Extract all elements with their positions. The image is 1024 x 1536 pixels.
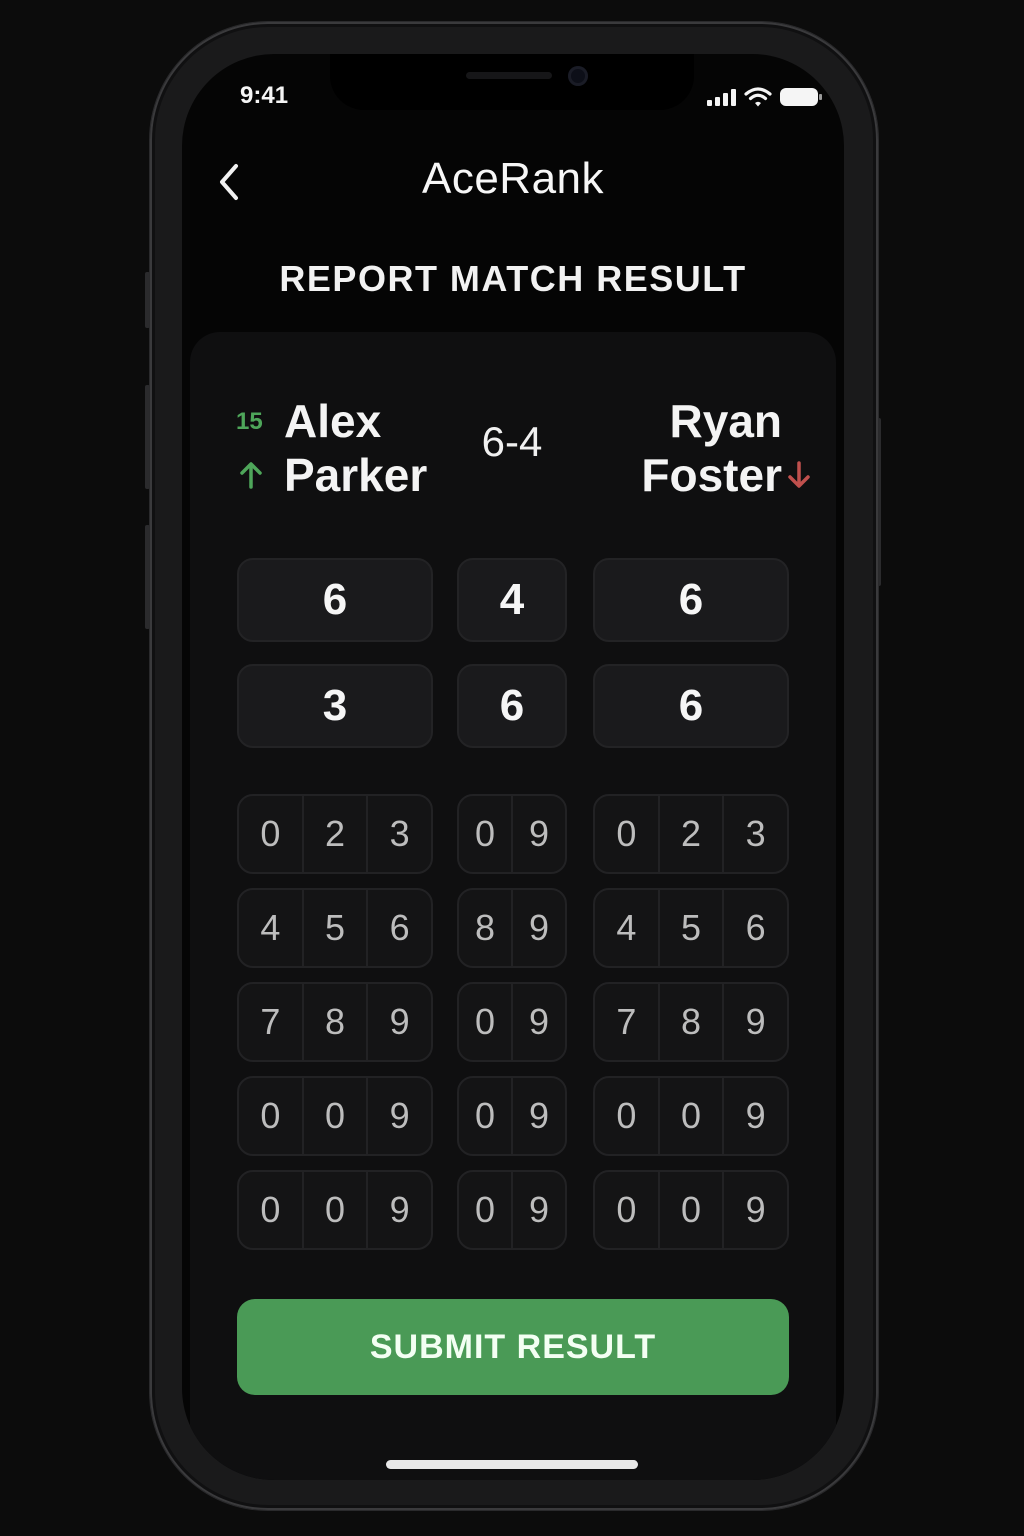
digit-option[interactable]: 9 [513,1172,565,1248]
status-icons [707,86,822,108]
digit-picker: 456 [237,888,433,968]
digit-option[interactable]: 0 [459,1078,513,1154]
digit-picker: 09 [457,1076,567,1156]
set-score-box[interactable]: 6 [593,664,789,748]
digit-option[interactable]: 5 [304,890,369,966]
speaker-grille [466,72,552,79]
notch [330,54,694,110]
digit-option[interactable]: 6 [724,890,787,966]
digit-picker: 09 [457,794,567,874]
digit-option[interactable]: 9 [724,984,787,1060]
set-score-box[interactable]: 6 [593,558,789,642]
digit-picker: 023 [593,794,789,874]
digit-option[interactable]: 4 [239,890,304,966]
digit-option[interactable]: 0 [595,796,660,872]
player2-info: Ryan Foster [622,394,822,504]
digit-option[interactable]: 5 [660,890,725,966]
phone-screen: 9:41 AceRank REPORT MATCH RESULT 15 Alex… [182,54,844,1480]
digit-option[interactable]: 2 [304,796,369,872]
digit-option[interactable]: 9 [513,890,565,966]
digit-picker: 09 [457,1170,567,1250]
digit-option[interactable]: 0 [595,1172,660,1248]
set-score-box[interactable]: 6 [457,664,567,748]
player1-info: 15 Alex Parker [234,394,444,504]
digit-option[interactable]: 6 [368,890,431,966]
digit-option[interactable]: 9 [724,1172,787,1248]
digit-option[interactable]: 0 [459,984,513,1060]
digit-option[interactable]: 0 [595,1078,660,1154]
digit-option[interactable]: 8 [660,984,725,1060]
digit-option[interactable]: 0 [304,1172,369,1248]
digit-picker: 789 [237,982,433,1062]
player1-rank: 15 [236,408,263,435]
digit-option[interactable]: 9 [513,1078,565,1154]
digit-option[interactable]: 9 [724,1078,787,1154]
arrow-down-icon [788,461,810,488]
digit-option[interactable]: 8 [304,984,369,1060]
player2-name: Ryan Foster [641,394,782,502]
digit-option[interactable]: 8 [459,890,513,966]
digit-picker: 456 [593,888,789,968]
player2-last-name: Foster [641,449,782,501]
arrow-up-icon [240,462,262,489]
digit-option[interactable]: 0 [239,1172,304,1248]
digit-option[interactable]: 0 [459,1172,513,1248]
digit-option[interactable]: 2 [660,796,725,872]
front-camera [568,66,588,86]
player1-first-name: Alex [284,395,382,447]
home-indicator [386,1460,638,1469]
page-title: REPORT MATCH RESULT [279,258,747,299]
digit-option[interactable]: 9 [513,796,565,872]
digit-option[interactable]: 9 [368,1078,431,1154]
stage: 9:41 AceRank REPORT MATCH RESULT 15 Alex… [0,0,1024,1536]
digit-option[interactable]: 7 [595,984,660,1060]
digit-picker: 009 [593,1076,789,1156]
digit-option[interactable]: 3 [724,796,787,872]
digit-picker: 09 [457,982,567,1062]
digit-picker-row: 00909009 [237,1076,789,1156]
digit-picker: 009 [237,1076,433,1156]
match-score-summary: 6-4 [481,418,543,465]
digit-option[interactable]: 0 [459,796,513,872]
digit-option[interactable]: 0 [304,1078,369,1154]
digit-picker: 009 [593,1170,789,1250]
set-score-row-1: 6 4 6 [237,558,789,642]
battery-icon [780,88,822,106]
digit-option[interactable]: 4 [595,890,660,966]
digit-picker-row: 78909789 [237,982,789,1062]
digit-picker: 789 [593,982,789,1062]
digit-option[interactable]: 7 [239,984,304,1060]
player1-last-name: Parker [284,449,428,501]
digit-picker: 89 [457,888,567,968]
status-time: 9:41 [240,82,289,109]
digit-picker-row: 02309023 [237,794,789,874]
set-score-box[interactable]: 3 [237,664,433,748]
digit-option[interactable]: 9 [513,984,565,1060]
app-title: AceRank [421,154,605,203]
digit-picker: 009 [237,1170,433,1250]
digit-option[interactable]: 0 [660,1172,725,1248]
digit-option[interactable]: 0 [239,796,304,872]
cellular-signal-icon [707,88,736,106]
set-score-box[interactable]: 6 [237,558,433,642]
wifi-icon [744,87,772,107]
digit-option[interactable]: 9 [368,1172,431,1248]
digit-picker-row: 45689456 [237,888,789,968]
digit-picker-row: 00909009 [237,1170,789,1250]
player1-name: Alex Parker [284,394,427,502]
set-score-row-2: 3 6 6 [237,664,789,748]
set-score-box[interactable]: 4 [457,558,567,642]
digit-option[interactable]: 3 [368,796,431,872]
player2-first-name: Ryan [669,395,782,447]
digit-option[interactable]: 9 [368,984,431,1060]
digit-picker: 023 [237,794,433,874]
submit-result-button[interactable]: SUBMIT RESULT [237,1299,789,1395]
digit-option[interactable]: 0 [660,1078,725,1154]
digit-option[interactable]: 0 [239,1078,304,1154]
